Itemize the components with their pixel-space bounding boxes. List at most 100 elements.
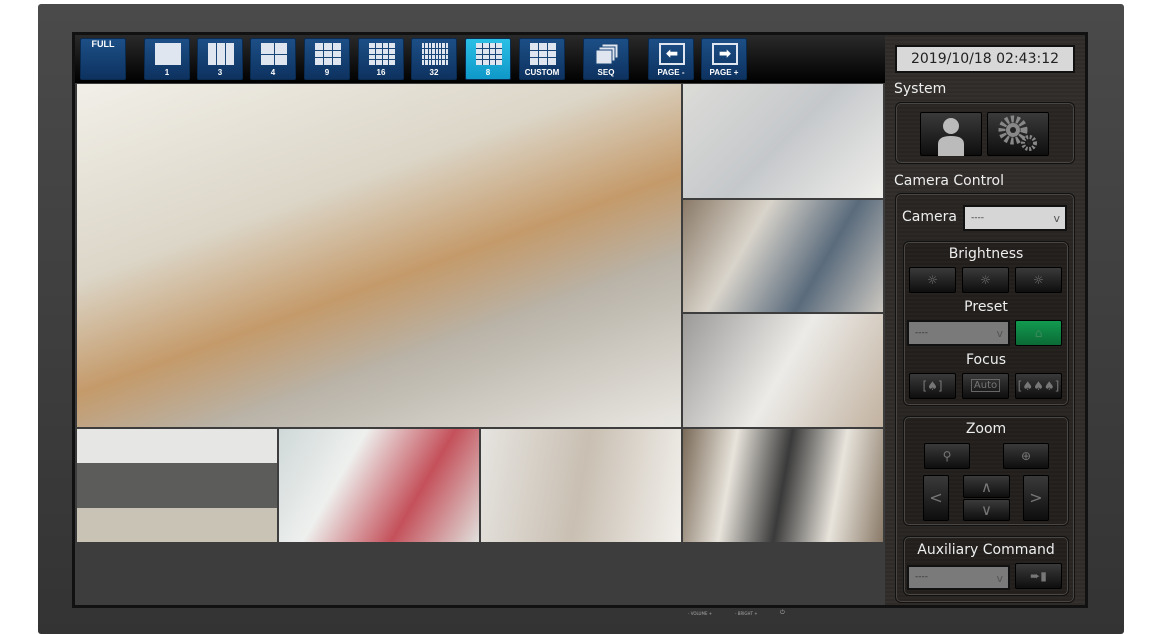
- camera-control-heading: Camera Control: [894, 173, 1004, 189]
- tilt-down-button[interactable]: ∨: [963, 499, 1010, 521]
- zoom-in-icon: ⊕: [1020, 449, 1032, 463]
- user-button[interactable]: [920, 112, 982, 156]
- camera-send-icon: ➨▮: [1030, 569, 1047, 583]
- sequence-icon: [594, 43, 620, 65]
- home-icon: ⌂: [1034, 326, 1043, 340]
- layout-button-label: PAGE +: [709, 68, 739, 77]
- layout-button-1[interactable]: 1: [144, 38, 190, 80]
- focus-auto-label: Auto: [970, 379, 1001, 392]
- layout-1-icon: [155, 43, 181, 65]
- layout-button-3[interactable]: 3: [197, 38, 243, 80]
- layout-button-page[interactable]: ⬅ PAGE -: [648, 38, 694, 80]
- camera-feed-6[interactable]: [279, 429, 479, 542]
- zoom-label: Zoom: [965, 421, 1007, 437]
- camera-control-box: Camera ---- v Brightness ☼ ☼ ☼ Preset ---…: [895, 193, 1075, 603]
- layout-button-page[interactable]: ➡ PAGE +: [701, 38, 747, 80]
- zoom-in-button[interactable]: ⊕: [1003, 443, 1049, 469]
- zoom-out-icon: ⚲: [942, 449, 952, 463]
- fullscreen-icon: FULL: [81, 39, 125, 49]
- layout-button-label: SEQ: [597, 68, 615, 77]
- camera-select[interactable]: ---- v: [963, 205, 1067, 231]
- camera-feed-7[interactable]: [481, 429, 681, 542]
- camera-feed-5[interactable]: [77, 429, 277, 542]
- user-icon: [938, 118, 964, 156]
- layout-button-9[interactable]: 9: [304, 38, 350, 80]
- layout-button-label: PAGE -: [657, 68, 685, 77]
- layout-button-label: 3: [217, 68, 223, 77]
- layout-button-custom[interactable]: CUSTOM: [519, 38, 565, 80]
- brightness-label: Brightness: [948, 246, 1024, 262]
- system-box: [895, 102, 1075, 164]
- brightness-control-label: - BRIGHT +: [735, 611, 758, 616]
- volume-control-label: - VOLUME +: [688, 611, 713, 616]
- system-heading: System: [894, 81, 947, 97]
- auxiliary-send-button[interactable]: ➨▮: [1015, 563, 1062, 589]
- layout-32-icon: [422, 43, 448, 65]
- chevron-down-icon: ∨: [981, 501, 992, 519]
- focus-far-icon: [♠♠♠]: [1017, 379, 1060, 393]
- camera-feed-main[interactable]: [77, 84, 681, 427]
- layout-button-full[interactable]: FULL: [80, 38, 126, 80]
- brightness-preset-focus-box: Brightness ☼ ☼ ☼ Preset ---- v ⌂ Focus [♠…: [903, 241, 1069, 406]
- layout-button-label: 32: [429, 68, 439, 77]
- preset-select[interactable]: ---- v: [907, 320, 1010, 346]
- layout-16-icon: [369, 43, 395, 65]
- camera-label: Camera: [902, 209, 957, 225]
- pan-right-button[interactable]: >: [1023, 475, 1049, 521]
- chevron-down-icon: v: [1053, 212, 1060, 225]
- layout-button-label: CUSTOM: [524, 68, 560, 77]
- camera-select-value: ----: [971, 213, 984, 223]
- layout-button-8[interactable]: 8: [465, 38, 511, 80]
- layout-custom-icon: [530, 43, 556, 65]
- preset-home-button[interactable]: ⌂: [1015, 320, 1062, 346]
- power-icon[interactable]: ⏻: [780, 609, 785, 617]
- preset-label: Preset: [964, 299, 1008, 315]
- brightness-reset-button[interactable]: ☼: [962, 267, 1009, 293]
- brightness-down-button[interactable]: ☼: [909, 267, 956, 293]
- layout-button-label: 16: [376, 68, 386, 77]
- chevron-up-icon: ∧: [981, 478, 992, 496]
- layout-4-icon: [261, 43, 287, 65]
- focus-near-icon: [♠]: [922, 379, 943, 393]
- auxiliary-box: Auxiliary Command ---- v ➨▮: [903, 536, 1069, 596]
- layout-button-32[interactable]: 32: [411, 38, 457, 80]
- layout-toolbar: FULL 1 3 4 9 16 32 8 CUSTOM SEQ ⬅ PAGE - ➡ PAGE +: [75, 35, 885, 83]
- zoom-box: Zoom ⚲ ⊕ < ∧ ∨ >: [903, 416, 1069, 526]
- gear-icon: [998, 115, 1037, 151]
- focus-auto-button[interactable]: Auto: [962, 373, 1009, 399]
- chevron-left-icon: <: [929, 488, 943, 507]
- layout-button-4[interactable]: 4: [250, 38, 296, 80]
- preset-select-value: ----: [915, 328, 928, 338]
- layout-8-icon: [476, 43, 502, 65]
- chevron-right-icon: >: [1029, 488, 1043, 507]
- layout-button-label: 1: [164, 68, 170, 77]
- layout-button-label: 4: [270, 68, 276, 77]
- tilt-up-button[interactable]: ∧: [963, 475, 1010, 498]
- layout-3-icon: [208, 43, 234, 65]
- layout-button-16[interactable]: 16: [358, 38, 404, 80]
- auxiliary-select[interactable]: ---- v: [907, 565, 1010, 590]
- arrow-left-icon: ⬅: [659, 43, 685, 65]
- layout-9-icon: [315, 43, 341, 65]
- layout-button-label: FULL: [91, 39, 115, 49]
- datetime-display: 2019/10/18 02:43:12: [895, 45, 1075, 73]
- control-panel: 2019/10/18 02:43:12 System Camera Contro…: [885, 35, 1085, 605]
- chevron-down-icon: v: [996, 572, 1003, 585]
- layout-button-label: 8: [485, 68, 491, 77]
- settings-button[interactable]: [987, 112, 1049, 156]
- camera-grid: [75, 83, 885, 605]
- sun-plus-icon: ☼: [1033, 273, 1044, 287]
- auxiliary-select-value: ----: [915, 572, 928, 582]
- sun-minus-icon: ☼: [927, 273, 938, 287]
- focus-near-button[interactable]: [♠]: [909, 373, 956, 399]
- camera-feed-2[interactable]: [683, 84, 883, 198]
- brightness-up-button[interactable]: ☼: [1015, 267, 1062, 293]
- focus-far-button[interactable]: [♠♠♠]: [1015, 373, 1062, 399]
- camera-feed-8[interactable]: [683, 429, 883, 542]
- zoom-out-button[interactable]: ⚲: [924, 443, 970, 469]
- camera-feed-4[interactable]: [683, 314, 883, 427]
- camera-feed-3[interactable]: [683, 200, 883, 312]
- arrow-right-icon: ➡: [712, 43, 738, 65]
- layout-button-seq[interactable]: SEQ: [583, 38, 629, 80]
- pan-left-button[interactable]: <: [923, 475, 949, 521]
